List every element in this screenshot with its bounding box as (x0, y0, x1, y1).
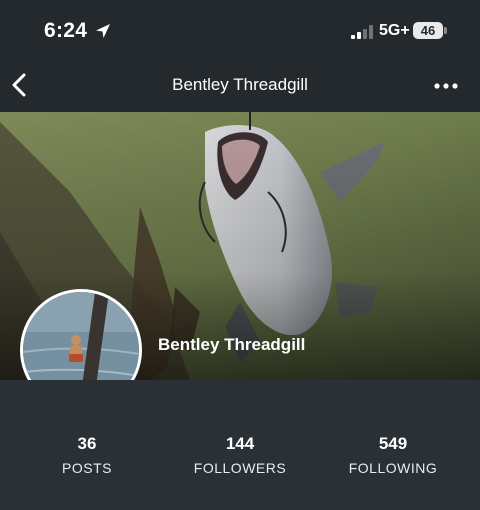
location-arrow-icon (96, 24, 110, 38)
stats-panel: 36 POSTS 144 FOLLOWERS 549 FOLLOWING (0, 380, 480, 510)
nav-title: Bentley Threadgill (172, 75, 308, 94)
status-bar: 6:24 5G+ 46 (0, 0, 480, 62)
signal-bars-icon (351, 25, 373, 39)
posts-label: POSTS (62, 460, 112, 476)
profile-name: Bentley Threadgill (158, 335, 306, 354)
stat-followers[interactable]: 144 FOLLOWERS (170, 434, 310, 476)
posts-count: 36 (77, 434, 97, 453)
stat-following[interactable]: 549 FOLLOWING (323, 434, 463, 476)
more-dots-icon[interactable] (434, 81, 458, 91)
network-label: 5G+ (379, 22, 410, 39)
followers-label: FOLLOWERS (193, 460, 287, 476)
following-label: FOLLOWING (348, 460, 438, 476)
followers-count: 144 (225, 434, 255, 453)
status-time: 6:24 (44, 19, 88, 42)
battery-indicator: 46 (413, 22, 443, 39)
battery-tip (444, 27, 447, 34)
stat-posts[interactable]: 36 POSTS (17, 434, 157, 476)
following-count: 549 (378, 434, 408, 453)
nav-bar: Bentley Threadgill (0, 62, 480, 112)
